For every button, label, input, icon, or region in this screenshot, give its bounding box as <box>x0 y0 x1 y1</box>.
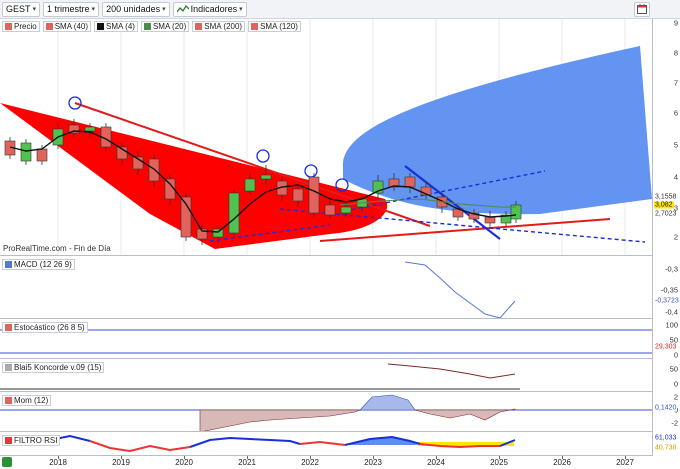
period-selector[interactable]: 1 trimestre ▾ <box>43 1 100 17</box>
indicators-button[interactable]: Indicadores ▾ <box>172 1 247 17</box>
units-selector[interactable]: 200 unidades ▾ <box>102 1 170 17</box>
price-label-high: 3,1558 <box>654 193 678 201</box>
macd-tick: -0,4 <box>665 307 678 317</box>
legend-sma20[interactable]: SMA (20) <box>140 21 190 32</box>
stochastic-label[interactable]: Estocástico (26 8 5) <box>2 322 88 333</box>
rsi-filter-panel[interactable]: FILTRO RSI <box>0 432 652 456</box>
momentum-label[interactable]: Mom (12) <box>2 395 52 406</box>
candle-body <box>292 188 304 202</box>
indicators-icon <box>176 4 189 14</box>
candle-body <box>260 174 272 180</box>
chevron-down-icon: ▾ <box>239 6 243 13</box>
macd-panel[interactable]: MACD (12 26 9) <box>0 256 652 319</box>
candle-body <box>484 216 496 224</box>
stochastic-axis: 100 50 0 29,303 <box>652 319 680 360</box>
candle-body <box>20 142 32 162</box>
macd-tick: -0,3 <box>665 264 678 274</box>
year-tick: 2026 <box>553 458 571 467</box>
price-chart-panel[interactable]: Precio SMA (40) SMA (4) SMA (20) SMA (20… <box>0 19 652 256</box>
koncorde-panel[interactable]: Blai5 Koncorde v.09 (15) <box>0 359 652 392</box>
year-tick: 2025 <box>490 458 508 467</box>
stoch-tick: 100 <box>665 320 678 330</box>
rsi-value-high: 61,033 <box>654 434 678 442</box>
macd-tick: -0,35 <box>660 285 678 295</box>
momentum-axis: 2 0 -2 0,1420 <box>652 392 680 432</box>
price-tick: 9 <box>673 18 678 28</box>
calendar-icon[interactable] <box>634 1 650 17</box>
candle-body <box>212 228 224 238</box>
candle-body <box>244 178 256 192</box>
stochastic-canvas <box>0 329 652 354</box>
momentum-panel[interactable]: Mom (12) <box>0 392 652 432</box>
year-tick: 2020 <box>175 458 193 467</box>
rsi-label[interactable]: FILTRO RSI <box>2 435 61 446</box>
legend-sma4[interactable]: SMA (4) <box>94 21 138 32</box>
candle-body <box>340 206 352 214</box>
price-label-low: 2,7023 <box>654 210 678 218</box>
chevron-down-icon: ▾ <box>162 6 166 13</box>
momentum-canvas <box>0 394 652 431</box>
year-tick: 2022 <box>301 458 319 467</box>
legend-sma200[interactable]: SMA (200) <box>192 21 246 32</box>
macd-canvas <box>404 261 516 318</box>
legend-price[interactable]: Precio <box>2 21 40 32</box>
legend-sma120[interactable]: SMA (120) <box>248 21 301 32</box>
blue-fan-area <box>342 46 652 215</box>
koncorde-label[interactable]: Blai5 Koncorde v.09 (15) <box>2 362 105 373</box>
stochastic-panel[interactable]: Estocástico (26 8 5) <box>0 319 652 359</box>
price-tick: 5 <box>673 140 678 150</box>
candle-body <box>228 192 240 234</box>
macd-label[interactable]: MACD (12 26 9) <box>2 259 75 270</box>
macd-axis: -0,3 -0,35 -0,4 -0,3723 <box>652 256 680 319</box>
price-tick: 8 <box>673 48 678 58</box>
price-tick: 6 <box>673 108 678 118</box>
symbol-label: GEST <box>6 4 31 14</box>
price-chart-canvas <box>0 19 652 255</box>
candle-body <box>148 158 160 182</box>
price-label-last: 3,082 <box>654 201 674 209</box>
price-tick: 7 <box>673 78 678 88</box>
mom-value: 0,1420 <box>654 404 678 412</box>
year-tick: 2027 <box>616 458 634 467</box>
watermark: ProRealTime.com - Fin de Día <box>3 244 111 253</box>
toolbar: GEST ▾ 1 trimestre ▾ 200 unidades ▾ Indi… <box>0 0 680 19</box>
legend-sma40[interactable]: SMA (40) <box>42 21 92 32</box>
candle-body <box>324 204 336 216</box>
candle-body <box>308 176 320 214</box>
stoch-value: 29,303 <box>654 343 678 351</box>
year-tick: 2019 <box>112 458 130 467</box>
rsi-axis: 61,033 40,738 <box>652 432 680 456</box>
chevron-down-icon: ▾ <box>91 6 96 13</box>
period-label: 1 trimestre <box>47 4 90 14</box>
price-tick: 2 <box>673 232 678 242</box>
macd-line <box>404 261 516 318</box>
rsi-value-low: 40,738 <box>654 444 678 452</box>
units-label: 200 unidades <box>106 4 161 14</box>
candle-body <box>84 126 96 132</box>
time-axis[interactable]: 2018 2019 2020 2021 2022 2023 2024 2025 … <box>0 456 680 469</box>
year-tick: 2021 <box>238 458 256 467</box>
blai-tick: 0 <box>673 379 678 389</box>
koncorde-axis: 50 0 <box>652 359 680 392</box>
symbol-selector[interactable]: GEST ▾ <box>2 1 41 17</box>
year-tick: 2018 <box>49 458 67 467</box>
legend: Precio SMA (40) SMA (4) SMA (20) SMA (20… <box>2 21 301 32</box>
candle-body <box>404 176 416 188</box>
app-logo-icon[interactable] <box>2 457 12 467</box>
mom-tick: 2 <box>673 392 678 402</box>
mom-tick: -2 <box>671 418 678 428</box>
year-tick: 2023 <box>364 458 382 467</box>
rsi-canvas <box>49 434 516 453</box>
blai-tick: 50 <box>669 364 678 374</box>
indicators-label: Indicadores <box>190 4 238 14</box>
price-axis[interactable]: 9 8 7 6 5 4 3 2 3,1558 3,082 2,7023 <box>652 19 680 256</box>
chevron-down-icon: ▾ <box>32 6 37 13</box>
candle-body <box>36 148 48 162</box>
macd-value: -0,3723 <box>654 297 680 305</box>
price-tick: 4 <box>673 172 678 182</box>
year-tick: 2024 <box>427 458 445 467</box>
